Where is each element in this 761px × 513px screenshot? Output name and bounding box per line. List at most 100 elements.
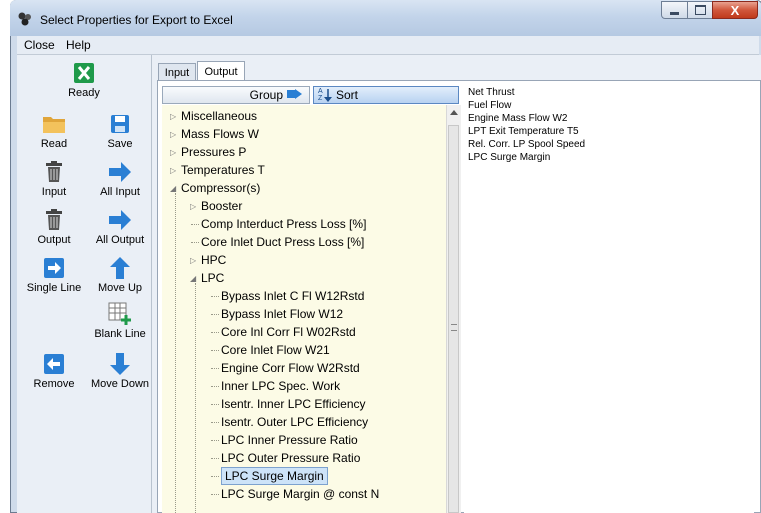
property-tree: ▷ Miscellaneous ▷ Mass Flows W ▷ Pressures P ▷…	[162, 105, 446, 513]
arrow-right-icon	[108, 209, 132, 231]
blank-line-button[interactable]: Blank Line	[86, 302, 154, 340]
tree-leaf[interactable]: LPC Inner Pressure Ratio	[221, 431, 358, 449]
tree-leaf[interactable]: Isentr. Outer LPC Efficiency	[221, 413, 368, 431]
tree-node[interactable]: LPC	[201, 269, 224, 287]
collapsed-arrow-icon[interactable]: ▷	[170, 130, 176, 139]
menu-help[interactable]: Help	[66, 38, 91, 52]
maximize-button[interactable]	[687, 1, 713, 19]
tree-connector-line	[211, 350, 219, 351]
collapsed-arrow-icon[interactable]: ▷	[170, 112, 176, 121]
table-add-icon	[108, 302, 132, 325]
collapsed-arrow-icon[interactable]: ▷	[170, 166, 176, 175]
input-delete-button[interactable]: Input	[20, 161, 88, 198]
tree-node[interactable]: Pressures P	[181, 143, 246, 161]
sort-button[interactable]: AZ Sort	[313, 86, 459, 104]
tab-input[interactable]: Input	[158, 63, 196, 81]
tree-leaf[interactable]: Core Inlet Flow W21	[221, 341, 330, 359]
sort-label: Sort	[336, 88, 359, 102]
arrow-left-box-icon	[42, 353, 66, 375]
group-label: Group	[249, 88, 283, 102]
tree-connector-line	[211, 314, 219, 315]
tree-connector-line	[211, 440, 219, 441]
all-output-button[interactable]: All Output	[86, 209, 154, 246]
output-delete-button[interactable]: Output	[20, 209, 88, 246]
collapsed-arrow-icon[interactable]: ▷	[170, 148, 176, 157]
tree-node[interactable]: Mass Flows W	[181, 125, 259, 143]
tree-node[interactable]: Booster	[201, 197, 242, 215]
tree-connector-line	[175, 193, 176, 513]
app-icon	[17, 11, 33, 27]
expanded-arrow-icon[interactable]: ◢	[170, 184, 176, 193]
tree-connector-line	[211, 404, 219, 405]
tree-node[interactable]: Compressor(s)	[181, 179, 260, 197]
tree-leaf[interactable]: Bypass Inlet C Fl W12Rstd	[221, 287, 364, 305]
arrow-down-icon	[108, 353, 132, 375]
tree-connector-line	[211, 386, 219, 387]
maximize-icon	[694, 5, 706, 15]
output-list-item[interactable]: Fuel Flow	[468, 100, 511, 112]
folder-icon	[42, 113, 66, 135]
tree-connector-line	[211, 368, 219, 369]
all-input-button[interactable]: All Input	[86, 161, 154, 198]
arrow-up-icon	[108, 257, 132, 279]
scroll-up-arrow[interactable]	[450, 110, 458, 115]
tree-node[interactable]: Core Inlet Duct Press Loss [%]	[201, 233, 364, 251]
grip-icon	[451, 324, 457, 331]
tree-leaf[interactable]: Isentr. Inner LPC Efficiency	[221, 395, 366, 413]
output-list-item[interactable]: Rel. Corr. LP Spool Speed	[468, 139, 585, 151]
tree-node[interactable]: Temperatures T	[181, 161, 265, 179]
tree-leaf-selected[interactable]: LPC Surge Margin	[221, 467, 328, 485]
floppy-disk-icon	[108, 113, 132, 135]
tree-leaf[interactable]: Bypass Inlet Flow W12	[221, 305, 343, 323]
tree-leaf[interactable]: Engine Corr Flow W2Rstd	[221, 359, 360, 377]
output-list-item[interactable]: Engine Mass Flow W2	[468, 113, 567, 125]
sort-az-icon: AZ	[318, 88, 332, 102]
expanded-arrow-icon[interactable]: ◢	[190, 274, 196, 283]
menu-close[interactable]: Close	[24, 38, 55, 52]
tree-connector-line	[211, 494, 219, 495]
ready-label: Ready	[68, 87, 100, 99]
remove-button[interactable]: Remove	[20, 353, 88, 390]
menu-bar	[17, 36, 759, 55]
tree-leaf[interactable]: Core Inl Corr Fl W02Rstd	[221, 323, 356, 341]
collapsed-arrow-icon[interactable]: ▷	[190, 202, 196, 211]
tree-connector-line	[211, 476, 219, 477]
group-icon	[287, 87, 303, 103]
move-up-button[interactable]: Move Up	[86, 257, 154, 294]
output-list-item[interactable]: Net Thrust	[468, 87, 515, 99]
group-button[interactable]: Group	[162, 86, 310, 104]
window-title: Select Properties for Export to Excel	[40, 13, 233, 27]
tree-node[interactable]: Comp Interduct Press Loss [%]	[201, 215, 366, 233]
minimize-button[interactable]	[661, 1, 688, 19]
output-list-item[interactable]: LPT Exit Temperature T5	[468, 126, 579, 138]
minimize-icon	[670, 11, 679, 15]
move-down-button[interactable]: Move Down	[86, 353, 154, 390]
tree-node[interactable]: Miscellaneous	[181, 107, 257, 125]
tree-leaf[interactable]: LPC Surge Margin @ const N	[221, 485, 379, 503]
tree-connector-line	[191, 224, 199, 225]
output-list: Net Thrust Fuel Flow Engine Mass Flow W2 LP…	[464, 86, 754, 513]
read-button[interactable]: Read	[20, 113, 88, 150]
tree-node[interactable]: HPC	[201, 251, 226, 269]
tree-leaf[interactable]: LPC Outer Pressure Ratio	[221, 449, 360, 467]
single-line-button[interactable]: Single Line	[20, 257, 88, 294]
tab-output[interactable]: Output	[197, 61, 245, 81]
ready-button[interactable]: Ready	[50, 62, 118, 99]
tree-connector-line	[211, 296, 219, 297]
arrow-right-box-icon	[42, 257, 66, 279]
excel-icon	[72, 62, 96, 84]
save-button[interactable]: Save	[86, 113, 154, 150]
output-label: Output	[37, 234, 71, 246]
tree-connector-line	[191, 242, 199, 243]
tree-scrollbar[interactable]	[446, 105, 461, 513]
input-label: Input	[41, 186, 67, 198]
collapsed-arrow-icon[interactable]: ▷	[190, 256, 196, 265]
close-icon: X	[730, 2, 740, 18]
all-input-label: All Input	[100, 186, 140, 198]
close-window-button[interactable]: X	[712, 1, 758, 19]
output-list-item[interactable]: LPC Surge Margin	[468, 152, 550, 164]
scroll-thumb[interactable]	[448, 125, 459, 513]
tree-leaf[interactable]: Inner LPC Spec. Work	[221, 377, 340, 395]
single-line-label: Single Line	[26, 282, 82, 294]
tree-connector-line	[211, 422, 219, 423]
